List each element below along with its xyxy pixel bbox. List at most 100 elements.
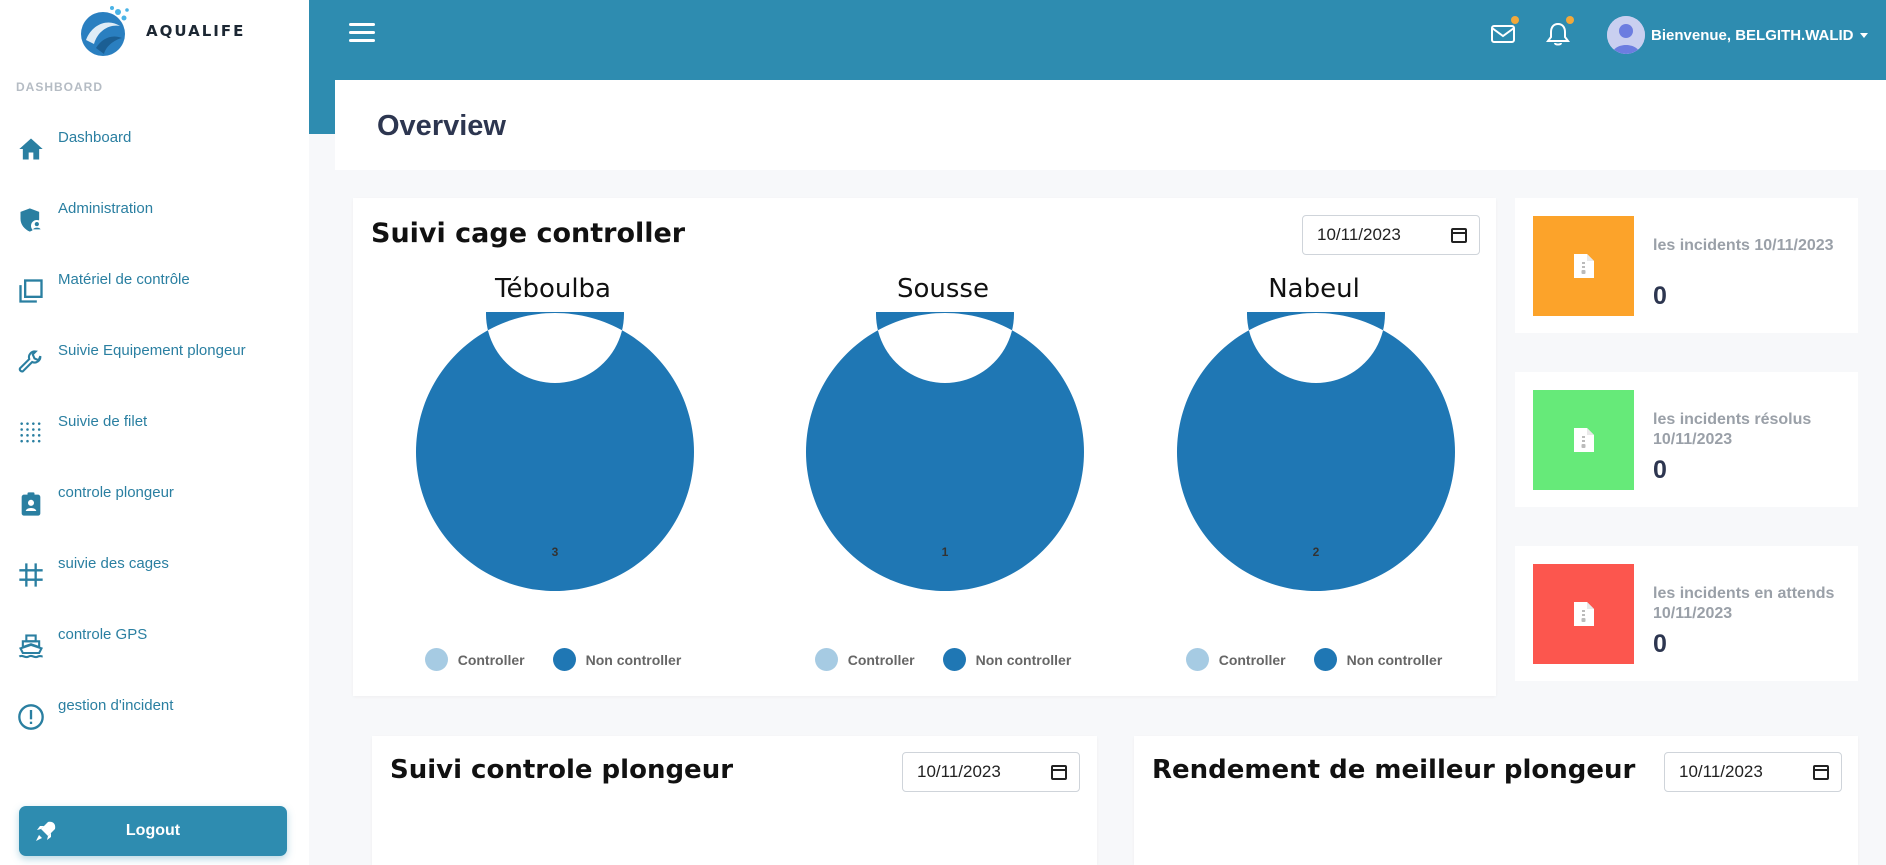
legend-label: Controller	[847, 651, 915, 668]
stat-icon-box	[1533, 390, 1634, 490]
sidebar-item-incident[interactable]: gestion d'incident	[16, 696, 296, 736]
user-menu[interactable]: Bienvenue, BELGITH.WALID	[1607, 16, 1868, 54]
bell-icon[interactable]	[1544, 16, 1574, 48]
chart-title: Sousse	[897, 274, 989, 304]
chart-legend: Controller Non controller	[393, 648, 713, 671]
stat-value: 0	[1653, 456, 1667, 484]
legend-swatch	[1185, 648, 1209, 671]
sidebar-item-label: Matériel de contrôle	[58, 271, 190, 288]
donut-chart: Nabeul 2 Controller Non controller	[1154, 274, 1474, 674]
welcome-text: Bienvenue, BELGITH.WALID	[1651, 26, 1854, 44]
avatar	[1607, 16, 1645, 54]
calendar-icon[interactable]	[1451, 228, 1467, 243]
best-diver-date-input[interactable]: 10/11/2023	[1664, 752, 1842, 792]
brand-name: AQUALIFE	[146, 22, 246, 40]
legend-label: Controller	[1218, 651, 1286, 668]
donut-svg: 2	[1177, 312, 1455, 591]
legend-item[interactable]: Controller	[424, 648, 525, 671]
sidebar-item-cages[interactable]: suivie des cages	[16, 554, 296, 594]
stat-card-incidents[interactable]: les incidents 10/11/2023 0	[1515, 198, 1858, 333]
stat-card-resolved[interactable]: les incidents résolus 10/11/2023 0	[1515, 372, 1858, 507]
donut-svg: 3	[416, 312, 694, 591]
copy-icon	[16, 276, 46, 306]
calendar-icon[interactable]	[1813, 765, 1829, 780]
legend-label: Non controller	[1346, 651, 1443, 668]
donut-svg: 1	[806, 312, 1084, 591]
logout-label: Logout	[125, 822, 181, 839]
date-value: 10/11/2023	[1317, 225, 1401, 244]
hash-grid-icon	[16, 560, 46, 590]
legend-label: Controller	[457, 651, 525, 668]
donut-data-label: 2	[1313, 545, 1320, 559]
date-value: 10/11/2023	[1679, 762, 1763, 781]
legend-item[interactable]: Non controller	[1313, 648, 1443, 671]
legend-swatch	[814, 648, 838, 671]
date-value: 10/11/2023	[917, 762, 1001, 781]
card-title: Suivi cage controller	[371, 218, 686, 249]
legend-item[interactable]: Non controller	[942, 648, 1071, 671]
aqualife-logo	[81, 6, 129, 56]
brand[interactable]: AQUALIFE	[74, 4, 245, 58]
cage-controller-card: Suivi cage controller 10/11/2023 Téboulb…	[353, 198, 1496, 696]
notification-badge	[1566, 16, 1574, 24]
donut-chart: Téboulba 3 Controller Non controller	[393, 274, 713, 674]
legend-swatch	[424, 648, 448, 671]
chevron-down-icon	[1859, 32, 1868, 38]
sidebar-item-controle-plongeur[interactable]: controle plongeur	[16, 483, 296, 523]
page-title: Overview	[377, 110, 506, 142]
stat-label: les incidents résolus 10/11/2023	[1653, 411, 1812, 448]
stat-label: les incidents 10/11/2023	[1653, 237, 1834, 254]
chart-legend: Controller Non controller	[783, 648, 1103, 671]
card-title: Suivi controle plongeur	[390, 755, 734, 785]
sidebar-item-filet[interactable]: Suivie de filet	[16, 412, 296, 452]
sidebar-item-label: gestion d'incident	[58, 697, 174, 714]
stat-card-pending[interactable]: les incidents en attends 10/11/2023 0	[1515, 546, 1858, 681]
stat-label: les incidents en attends 10/11/2023	[1653, 585, 1835, 622]
legend-item[interactable]: Controller	[1185, 648, 1286, 671]
stat-value: 0	[1653, 282, 1667, 310]
best-diver-card: Rendement de meilleur plongeur 10/11/202…	[1134, 736, 1858, 865]
sidebar-item-label: Dashboard	[58, 129, 132, 146]
badge-icon	[16, 489, 46, 519]
diver-control-card: Suivi controle plongeur 10/11/2023	[372, 736, 1097, 865]
sidebar-item-label: Administration	[58, 200, 154, 217]
sidebar-item-dashboard[interactable]: Dashboard	[16, 128, 296, 168]
sidebar-item-label: suivie des cages	[58, 555, 169, 572]
stat-icon-box	[1533, 564, 1634, 664]
alert-circle-icon	[16, 702, 46, 732]
file-zip-icon	[1573, 602, 1594, 626]
mail-badge	[1511, 16, 1519, 24]
wrench-icon	[16, 347, 46, 377]
legend-item[interactable]: Controller	[814, 648, 915, 671]
donut-data-label: 3	[552, 545, 559, 559]
stat-icon-box	[1533, 216, 1634, 316]
calendar-icon[interactable]	[1051, 765, 1067, 780]
donut-data-label: 1	[942, 545, 949, 559]
sidebar-item-equipement[interactable]: Suivie Equipement plongeur	[16, 341, 296, 381]
donut-chart: Sousse 1 Controller Non controller	[783, 274, 1103, 674]
legend-swatch	[942, 648, 966, 671]
app-root: AQUALIFE DASHBOARD Dashboard Administrat…	[0, 0, 1886, 865]
mail-icon[interactable]	[1489, 16, 1519, 48]
home-icon	[16, 134, 46, 164]
sidebar-item-materiel[interactable]: Matériel de contrôle	[16, 270, 296, 310]
sidebar-item-gps[interactable]: controle GPS	[16, 625, 296, 665]
sidebar-item-label: Suivie Equipement plongeur	[58, 342, 246, 359]
overview-header: Overview	[335, 80, 1886, 170]
sidebar-item-label: controle GPS	[58, 626, 148, 643]
card-title: Rendement de meilleur plongeur	[1152, 755, 1636, 785]
shield-user-icon	[16, 205, 46, 235]
chart-legend: Controller Non controller	[1154, 648, 1474, 671]
sidebar-item-administration[interactable]: Administration	[16, 199, 296, 239]
rocket-icon	[36, 821, 56, 841]
legend-swatch	[552, 648, 576, 671]
logout-button[interactable]: Logout	[19, 806, 287, 856]
sidebar-section-label: DASHBOARD	[16, 80, 103, 94]
menu-toggle-icon[interactable]	[349, 23, 375, 45]
net-grid-icon	[16, 418, 46, 448]
legend-item[interactable]: Non controller	[552, 648, 682, 671]
stat-value: 0	[1653, 630, 1667, 658]
cage-date-input[interactable]: 10/11/2023	[1302, 215, 1480, 255]
diver-date-input[interactable]: 10/11/2023	[902, 752, 1080, 792]
legend-label: Non controller	[585, 651, 682, 668]
